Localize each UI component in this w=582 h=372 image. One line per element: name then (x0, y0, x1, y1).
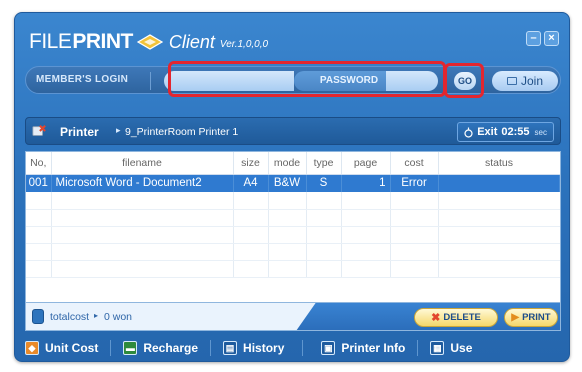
timer-icon (464, 127, 473, 138)
delete-button[interactable]: ✖ DELETE (414, 308, 498, 327)
unit-cost-icon: ◆ (25, 341, 39, 355)
delete-icon: ✖ (431, 312, 441, 324)
table-row-empty (26, 243, 560, 261)
divider (417, 340, 419, 356)
total-cost-value: 0 won (104, 311, 133, 323)
print-job-table: No, filename size mode type page cost st… (25, 151, 561, 303)
printer-label: Printer (60, 125, 99, 139)
printer-info-icon: ▣ (321, 341, 336, 355)
print-icon: ▶ (511, 312, 520, 323)
brand-print: PRINT (72, 30, 133, 53)
wallet-icon (32, 309, 44, 324)
column-header-mode: mode (268, 152, 307, 175)
go-button-highlight (444, 63, 484, 98)
menu-item-use[interactable]: ▦ Use (430, 341, 472, 355)
cell-type: S (306, 174, 342, 192)
exit-button[interactable]: Exit 02:55 sec (457, 122, 554, 142)
cell-status (438, 174, 560, 192)
cell-filename: Microsoft Word - Document2 (51, 174, 234, 192)
table-row-empty (26, 192, 560, 210)
column-header-type: type (306, 152, 342, 175)
column-header-filename: filename (51, 152, 234, 175)
app-title: FILE PRINT Client Ver.1,0,0,0 (29, 29, 268, 55)
use-icon: ▦ (430, 341, 445, 355)
column-header-page: page (341, 152, 391, 175)
printer-bar: Printer ▸ 9_PrinterRoom Printer 1 Exit 0… (25, 117, 561, 145)
cell-mode: B&W (268, 174, 307, 192)
join-label: Join (520, 74, 543, 88)
menu-item-unit-cost[interactable]: ◆ Unit Cost (25, 341, 98, 355)
brand-file: FILE (29, 30, 72, 53)
menu-item-printer-info[interactable]: ▣ Printer Info (321, 341, 405, 355)
table-row-empty (26, 209, 560, 227)
client-label: Client (168, 31, 215, 52)
login-fields-highlight (168, 61, 446, 97)
cell-cost: Error (390, 174, 439, 192)
exit-label: Exit (477, 126, 498, 138)
menu-item-label: Recharge (143, 341, 199, 355)
table-row[interactable]: 001 Microsoft Word - Document2 A4 B&W S … (26, 174, 560, 192)
window-controls: – × (526, 31, 559, 46)
printer-name: 9_PrinterRoom Printer 1 (125, 126, 239, 138)
member-login-label: MEMBER'S LOGIN (36, 74, 129, 85)
join-button[interactable]: Join (492, 71, 558, 91)
history-icon: ▤ (223, 341, 238, 355)
divider (302, 340, 304, 356)
column-header-status: status (438, 152, 560, 175)
print-button[interactable]: ▶ PRINT (504, 308, 558, 327)
table-header-row: No, filename size mode type page cost st… (26, 152, 560, 175)
cell-size: A4 (233, 174, 269, 192)
menu-item-recharge[interactable]: ▬ Recharge (123, 341, 198, 355)
menu-item-label: Printer Info (341, 341, 406, 355)
column-header-size: size (233, 152, 269, 175)
divider (210, 340, 212, 356)
join-icon (506, 77, 517, 85)
arrow-right-icon: ▸ (94, 311, 99, 320)
menu-item-label: History (243, 341, 285, 355)
column-header-cost: cost (390, 152, 439, 175)
menu-item-label: Unit Cost (45, 341, 99, 355)
table-row-empty (26, 226, 560, 244)
cell-page: 1 (341, 174, 391, 192)
delete-label: DELETE (443, 312, 481, 323)
fileprint-client-window: FILE PRINT Client Ver.1,0,0,0 – × MEMBER… (14, 12, 570, 362)
total-cost-label: totalcost (50, 311, 90, 323)
menu-item-label: Use (450, 341, 473, 355)
total-cost-bar: totalcost ▸ 0 won ✖ DELETE ▶ PRINT (25, 303, 561, 331)
exit-timer: 02:55 (501, 126, 530, 138)
printer-x-icon (32, 125, 46, 136)
arrow-right-icon: ▸ (116, 125, 121, 135)
column-header-no: No, (26, 152, 52, 175)
bottom-menu: ◆ Unit Cost ▬ Recharge ▤ History ▣ Print… (25, 335, 561, 361)
divider (110, 340, 112, 356)
menu-item-history[interactable]: ▤ History (223, 341, 284, 355)
cell-no: 001 (26, 174, 52, 192)
brand-logo-icon (136, 34, 163, 50)
version-label: Ver.1,0,0,0 (219, 38, 269, 50)
minimize-button[interactable]: – (526, 31, 541, 46)
exit-timer-unit: sec (534, 127, 547, 137)
divider (150, 72, 151, 90)
recharge-icon: ▬ (123, 341, 138, 355)
table-row-empty (26, 260, 560, 278)
close-button[interactable]: × (544, 31, 559, 46)
print-label: PRINT (522, 312, 551, 323)
